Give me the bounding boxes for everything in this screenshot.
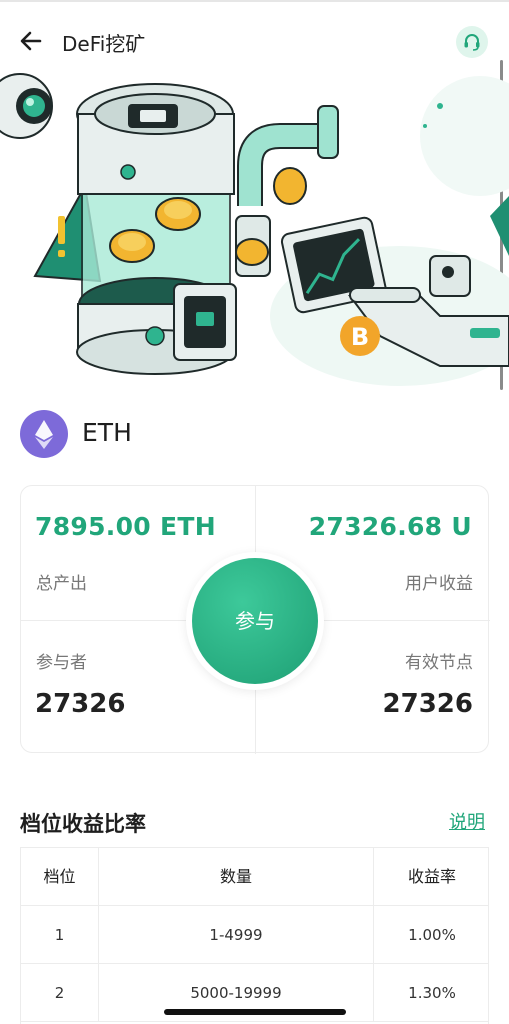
rate-cell: 1.30% (408, 984, 456, 1002)
participants-value: 27326 (35, 689, 126, 719)
coin-header: ETH (20, 410, 320, 458)
coin-name: ETH (82, 418, 132, 447)
participants-label: 参与者 (36, 653, 87, 673)
explain-link[interactable]: 说明 (449, 808, 485, 834)
column-header: 收益率 (407, 867, 456, 886)
mining-banner-illustration: B (0, 66, 509, 396)
rate-cell: 1.00% (408, 926, 456, 944)
customer-service-button[interactable] (456, 26, 488, 58)
app-header: DeFi挖矿 (0, 18, 509, 64)
tier-rate-table: 档位 数量 收益率 1 1-4999 1.00% 2 5000-19999 1.… (20, 847, 489, 1024)
headset-icon (464, 34, 480, 51)
total-output-label: 总产出 (36, 574, 87, 594)
home-indicator[interactable] (164, 1009, 346, 1015)
user-earnings-label: 用户收益 (405, 574, 473, 594)
back-arrow-icon (20, 31, 42, 51)
tier-section-title: 档位收益比率 (20, 812, 146, 836)
tier-cell: 2 (21, 964, 99, 1022)
valid-nodes-value: 27326 (382, 689, 473, 719)
column-header: 数量 (99, 848, 374, 906)
bitcoin-icon: B (340, 316, 380, 356)
table-row: 1 1-4999 1.00% (21, 906, 488, 964)
ethereum-icon (20, 410, 68, 458)
column-header: 档位 (21, 848, 99, 906)
join-button[interactable]: 参与 (192, 558, 318, 684)
top-divider (0, 0, 509, 2)
tier-cell: 1 (21, 906, 99, 964)
user-earnings-value: 27326.68 U (308, 512, 472, 541)
quantity-cell: 1-4999 (99, 906, 374, 964)
back-button[interactable] (16, 26, 46, 56)
total-output-value: 7895.00 ETH (35, 512, 216, 541)
svg-text:B: B (351, 323, 369, 351)
page-title: DeFi挖矿 (62, 32, 146, 56)
valid-nodes-label: 有效节点 (405, 653, 473, 673)
table-header-row: 档位 数量 收益率 (21, 848, 488, 906)
